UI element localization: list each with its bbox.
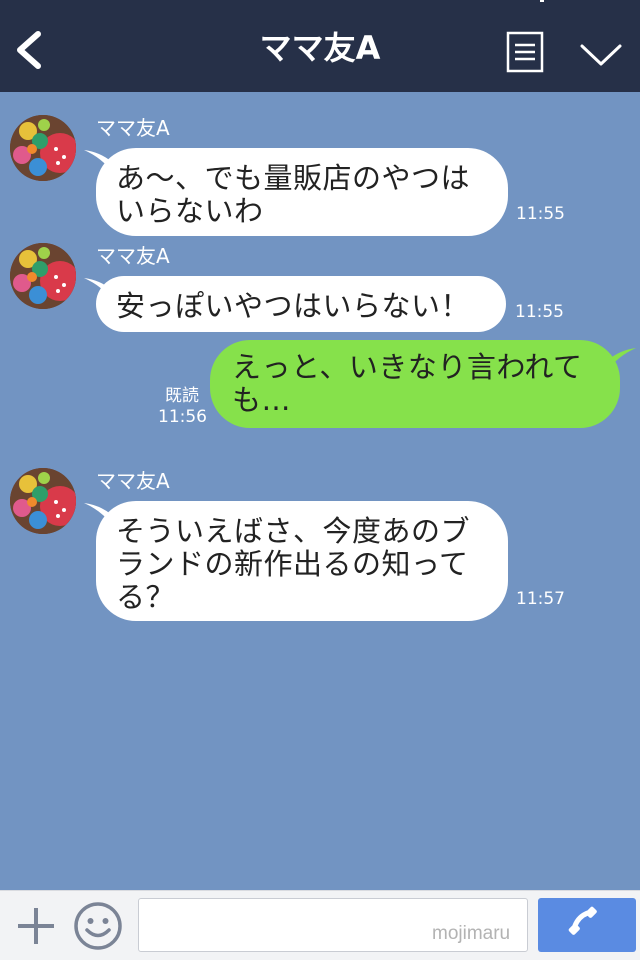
message-time: 11:56 (158, 407, 207, 427)
sender-name: ママ友A (96, 244, 170, 268)
message-line: も… (232, 383, 292, 417)
collapse-button[interactable] (576, 34, 626, 74)
sender-name: ママ友A (96, 469, 170, 493)
list-icon (506, 31, 544, 73)
outgoing-message[interactable]: えっと、いきなり言われて も… (210, 340, 620, 428)
message-line: 安っぽいやつはいらない！ (116, 289, 471, 323)
message-line: そういえばさ、今度あのブ (116, 514, 471, 548)
plus-icon (18, 908, 54, 944)
menu-button[interactable] (506, 31, 544, 73)
message-input-bar: mojimaru (0, 890, 640, 960)
message-time: 11:55 (515, 302, 564, 322)
message-line: あ〜、でも量販店のやつは (116, 161, 471, 195)
message-line: る？ (116, 580, 176, 614)
incoming-message[interactable]: そういえばさ、今度あのブ ランドの新作出るの知って る？ (96, 501, 508, 621)
avatar-image (10, 115, 76, 181)
phone-icon (568, 906, 597, 935)
avatar[interactable] (10, 243, 76, 309)
avatar-image (10, 243, 76, 309)
message-line: いらないわ (116, 194, 264, 228)
avatar[interactable] (10, 115, 76, 181)
add-button[interactable] (14, 904, 58, 948)
read-label: 既読 (165, 386, 199, 406)
watermark: mojimaru (432, 923, 511, 944)
smiley-icon (74, 902, 122, 950)
chevron-down-icon (580, 44, 622, 66)
incoming-message[interactable]: あ〜、でも量販店のやつは いらないわ (96, 148, 508, 236)
incoming-message[interactable]: 安っぽいやつはいらない！ (96, 276, 506, 332)
read-receipt: 既読 11:56 (158, 386, 207, 428)
avatar-image (10, 468, 76, 534)
chat-area[interactable]: ママ友A あ〜、でも量販店のやつは いらないわ 11:55 ママ友A 安っぽいや… (0, 92, 640, 890)
chat-title: ママ友A (259, 29, 381, 67)
message-line: ランドの新作出るの知って (116, 547, 469, 581)
chat-header: ママ友A (0, 0, 640, 92)
call-button[interactable] (538, 898, 636, 952)
message-time: 11:55 (516, 204, 565, 224)
emoji-button[interactable] (72, 900, 124, 952)
sender-name: ママ友A (96, 116, 170, 140)
avatar[interactable] (10, 468, 76, 534)
message-time: 11:57 (516, 589, 565, 609)
message-line: えっと、いきなり言われて (232, 350, 583, 384)
bubble-tail (608, 348, 636, 370)
